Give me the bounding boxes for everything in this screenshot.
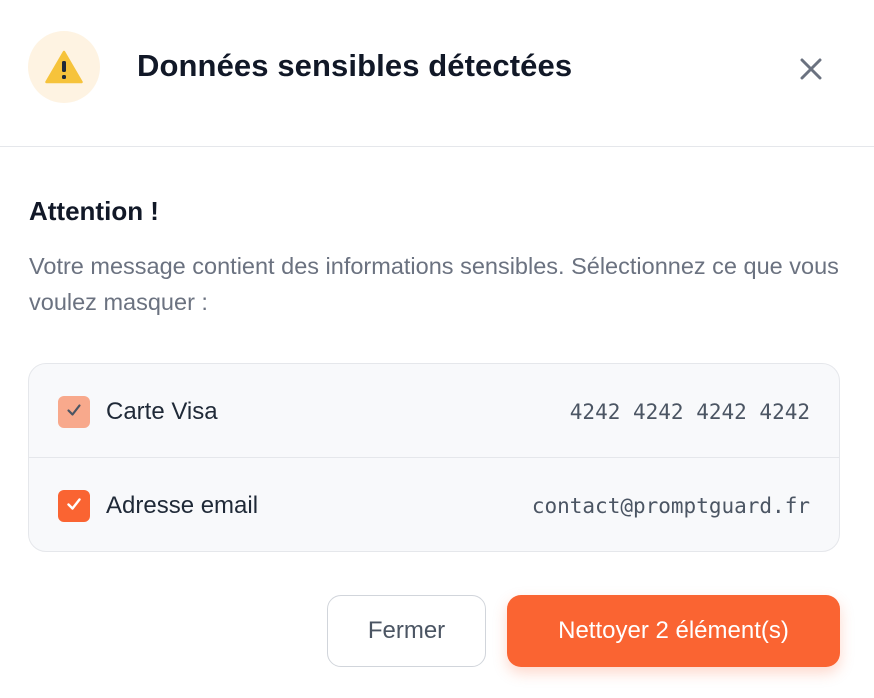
dialog-title: Données sensibles détectées xyxy=(137,48,573,83)
item-checkbox[interactable] xyxy=(58,490,90,522)
dialog-header: Données sensibles détectées xyxy=(0,0,874,147)
sensitive-items-list: Carte Visa 4242 4242 4242 4242 Adresse e… xyxy=(28,363,840,552)
item-label: Carte Visa xyxy=(106,398,218,425)
attention-heading: Attention ! xyxy=(29,196,159,226)
list-item: Carte Visa 4242 4242 4242 4242 xyxy=(29,364,839,458)
close-button[interactable] xyxy=(794,54,828,88)
checkmark-icon xyxy=(65,401,83,424)
clean-items-button[interactable]: Nettoyer 2 élément(s) xyxy=(507,595,840,667)
warning-badge xyxy=(28,31,100,103)
item-checkbox[interactable] xyxy=(58,396,90,428)
close-icon xyxy=(800,58,822,85)
description-text: Votre message contient des informations … xyxy=(29,253,839,315)
warning-icon xyxy=(45,50,83,84)
checkmark-icon xyxy=(65,495,83,518)
item-label: Adresse email xyxy=(106,492,259,519)
list-item: Adresse email contact@promptguard.fr xyxy=(29,458,839,551)
item-value: contact@promptguard.fr xyxy=(531,494,810,518)
item-value: 4242 4242 4242 4242 xyxy=(569,400,810,424)
close-dialog-button[interactable]: Fermer xyxy=(327,595,486,667)
